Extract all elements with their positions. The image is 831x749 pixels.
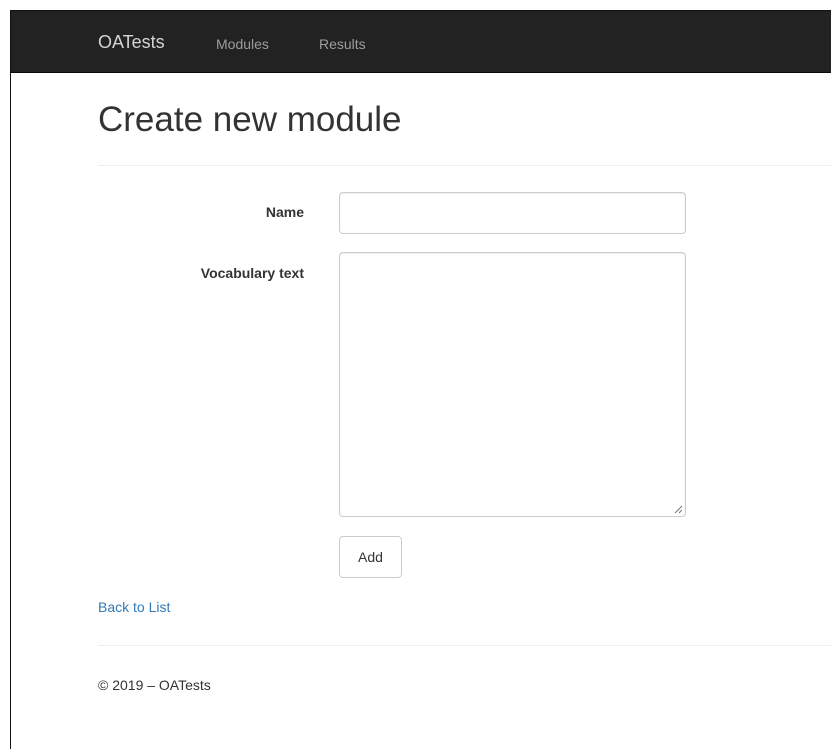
name-input[interactable] [339, 192, 686, 234]
footer-divider [98, 645, 831, 646]
vocabulary-text-area[interactable] [339, 252, 686, 517]
footer-copyright: © 2019 – OATests [98, 677, 211, 693]
brand-link[interactable]: OATests [98, 32, 165, 53]
top-navbar: OATests Modules Results [11, 11, 831, 73]
page-title: Create new module [98, 100, 402, 139]
title-divider [98, 165, 831, 166]
browser-viewport: OATests Modules Results Create new modul… [10, 10, 831, 749]
nav-link-results[interactable]: Results [319, 36, 366, 52]
vocabulary-text-label: Vocabulary text [200, 265, 304, 281]
name-label: Name [265, 204, 304, 220]
nav-link-modules[interactable]: Modules [216, 36, 269, 52]
add-button[interactable]: Add [339, 536, 402, 578]
back-to-list-link[interactable]: Back to List [98, 599, 170, 615]
